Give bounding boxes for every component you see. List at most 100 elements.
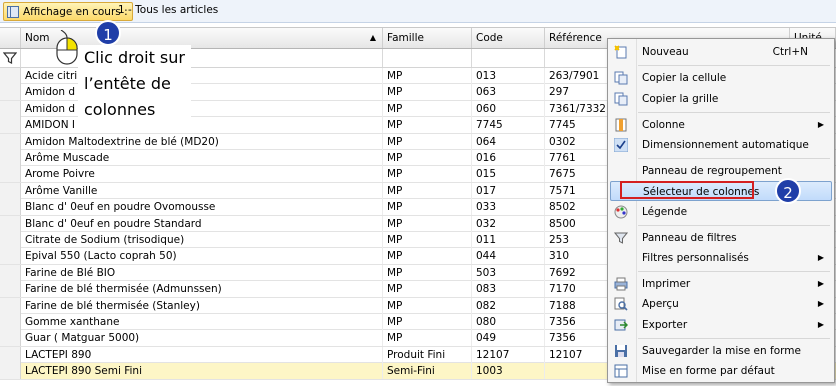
cell-nom[interactable]: Arôme Muscade: [21, 150, 383, 166]
row-indicator[interactable]: [0, 215, 21, 232]
menu-item-shortcut: Ctrl+N: [772, 46, 808, 58]
row-indicator[interactable]: [0, 346, 21, 363]
filter-cell-famille[interactable]: [383, 49, 472, 67]
menu-item-copier-cellule[interactable]: Copier la cellule: [610, 68, 832, 88]
menu-item-imprimer[interactable]: Imprimer ▶: [610, 274, 832, 294]
cell-famille[interactable]: MP: [383, 100, 472, 117]
cell-code[interactable]: 7745: [472, 117, 545, 134]
menu-item-panneau-filtres[interactable]: Panneau de filtres: [610, 228, 832, 248]
cell-code[interactable]: 503: [472, 264, 545, 281]
cell-nom[interactable]: Guar ( Matguar 5000): [21, 330, 383, 347]
menu-item-mise-en-forme-defaut[interactable]: Mise en forme par défaut: [610, 361, 832, 381]
cell-nom[interactable]: Arôme Vanille: [21, 182, 383, 199]
cell-code[interactable]: 080: [472, 314, 545, 330]
cell-code[interactable]: 049: [472, 330, 545, 347]
cell-nom[interactable]: Amidon Maltodextrine de blé (MD20): [21, 133, 383, 150]
cell-nom[interactable]: Arome Poivre: [21, 166, 383, 183]
copy-icon: [614, 71, 628, 85]
row-indicator[interactable]: [0, 281, 21, 298]
cell-famille[interactable]: MP: [383, 297, 472, 314]
cell-nom[interactable]: Amidon d: [21, 84, 383, 101]
row-indicator[interactable]: [0, 248, 21, 265]
cell-famille[interactable]: Produit Fini: [383, 346, 472, 363]
row-indicator[interactable]: [0, 117, 21, 134]
menu-item-panneau-regroupement[interactable]: Panneau de regroupement: [610, 161, 832, 181]
filter-icon[interactable]: [0, 49, 21, 67]
menu-separator: [638, 158, 830, 159]
cell-famille[interactable]: MP: [383, 117, 472, 134]
cell-famille[interactable]: Semi-Fini: [383, 363, 472, 380]
cell-famille[interactable]: MP: [383, 314, 472, 330]
cell-code[interactable]: 083: [472, 281, 545, 298]
cell-code[interactable]: 015: [472, 166, 545, 183]
cell-code[interactable]: 060: [472, 100, 545, 117]
row-indicator[interactable]: [0, 330, 21, 347]
cell-famille[interactable]: MP: [383, 199, 472, 216]
cell-code[interactable]: 016: [472, 150, 545, 166]
cell-code[interactable]: 013: [472, 68, 545, 84]
cell-nom[interactable]: Gomme xanthane: [21, 314, 383, 330]
cell-nom[interactable]: Farine de blé thermisée (Admunssen): [21, 281, 383, 298]
menu-item-colonne[interactable]: Colonne ▶: [610, 115, 832, 135]
menu-item-apercu[interactable]: Aperçu ▶: [610, 294, 832, 314]
menu-item-legende[interactable]: Légende: [610, 202, 832, 222]
cell-code[interactable]: 011: [472, 232, 545, 248]
row-indicator[interactable]: [0, 232, 21, 248]
row-indicator[interactable]: [0, 199, 21, 216]
menu-item-dimensionnement-auto[interactable]: Dimensionnement automatique: [610, 135, 832, 155]
cell-code[interactable]: 033: [472, 199, 545, 216]
row-indicator[interactable]: [0, 363, 21, 380]
cell-famille[interactable]: MP: [383, 182, 472, 199]
cell-nom[interactable]: LACTEPI 890: [21, 346, 383, 363]
cell-nom[interactable]: AMIDON I: [21, 117, 383, 134]
cell-nom[interactable]: Blanc d' 0euf en poudre Standard: [21, 215, 383, 232]
cell-code[interactable]: 063: [472, 84, 545, 101]
cell-famille[interactable]: MP: [383, 281, 472, 298]
cell-nom[interactable]: Farine de blé thermisée (Stanley): [21, 297, 383, 314]
cell-code[interactable]: 032: [472, 215, 545, 232]
row-indicator[interactable]: [0, 150, 21, 166]
cell-famille[interactable]: MP: [383, 84, 472, 101]
cell-code[interactable]: 017: [472, 182, 545, 199]
row-indicator[interactable]: [0, 166, 21, 183]
cell-code[interactable]: 064: [472, 133, 545, 150]
menu-item-copier-grille[interactable]: Copier la grille: [610, 89, 832, 109]
cell-nom[interactable]: Farine de Blé BIO: [21, 264, 383, 281]
cell-nom[interactable]: LACTEPI 890 Semi Fini: [21, 363, 383, 380]
row-indicator[interactable]: [0, 297, 21, 314]
cell-nom[interactable]: Acide citri: [21, 68, 383, 84]
cell-famille[interactable]: MP: [383, 264, 472, 281]
cell-code[interactable]: 044: [472, 248, 545, 265]
row-indicator[interactable]: [0, 314, 21, 330]
row-indicator[interactable]: [0, 100, 21, 117]
row-indicator[interactable]: [0, 182, 21, 199]
cell-famille[interactable]: MP: [383, 166, 472, 183]
row-indicator[interactable]: [0, 68, 21, 84]
menu-item-nouveau[interactable]: Nouveau Ctrl+N: [610, 42, 832, 62]
cell-famille[interactable]: MP: [383, 68, 472, 84]
current-view-button[interactable]: Affichage en cours :: [3, 2, 133, 21]
cell-famille[interactable]: MP: [383, 150, 472, 166]
cell-nom[interactable]: Blanc d' 0euf en poudre Ovomousse: [21, 199, 383, 216]
row-indicator[interactable]: [0, 133, 21, 150]
cell-famille[interactable]: MP: [383, 330, 472, 347]
cell-famille[interactable]: MP: [383, 232, 472, 248]
menu-item-filtres-personnalises[interactable]: Filtres personnalisés ▶: [610, 248, 832, 268]
cell-nom[interactable]: Epival 550 (Lacto coprah 50): [21, 248, 383, 265]
row-indicator[interactable]: [0, 264, 21, 281]
cell-nom[interactable]: Citrate de Sodium (trisodique): [21, 232, 383, 248]
filter-cell-code[interactable]: [472, 49, 545, 67]
row-indicator[interactable]: [0, 84, 21, 101]
menu-item-sauvegarder-mise-en-forme[interactable]: Sauvegarder la mise en forme: [610, 341, 832, 361]
cell-code[interactable]: 082: [472, 297, 545, 314]
column-header-code[interactable]: Code: [472, 28, 545, 48]
cell-nom[interactable]: Amidon d: [21, 100, 383, 117]
cell-famille[interactable]: MP: [383, 133, 472, 150]
cell-code[interactable]: 12107: [472, 346, 545, 363]
cell-famille[interactable]: MP: [383, 215, 472, 232]
cell-famille[interactable]: MP: [383, 248, 472, 265]
new-doc-icon: [614, 45, 627, 59]
column-header-famille[interactable]: Famille: [383, 28, 472, 48]
menu-item-exporter[interactable]: Exporter ▶: [610, 315, 832, 335]
cell-code[interactable]: 1003: [472, 363, 545, 380]
